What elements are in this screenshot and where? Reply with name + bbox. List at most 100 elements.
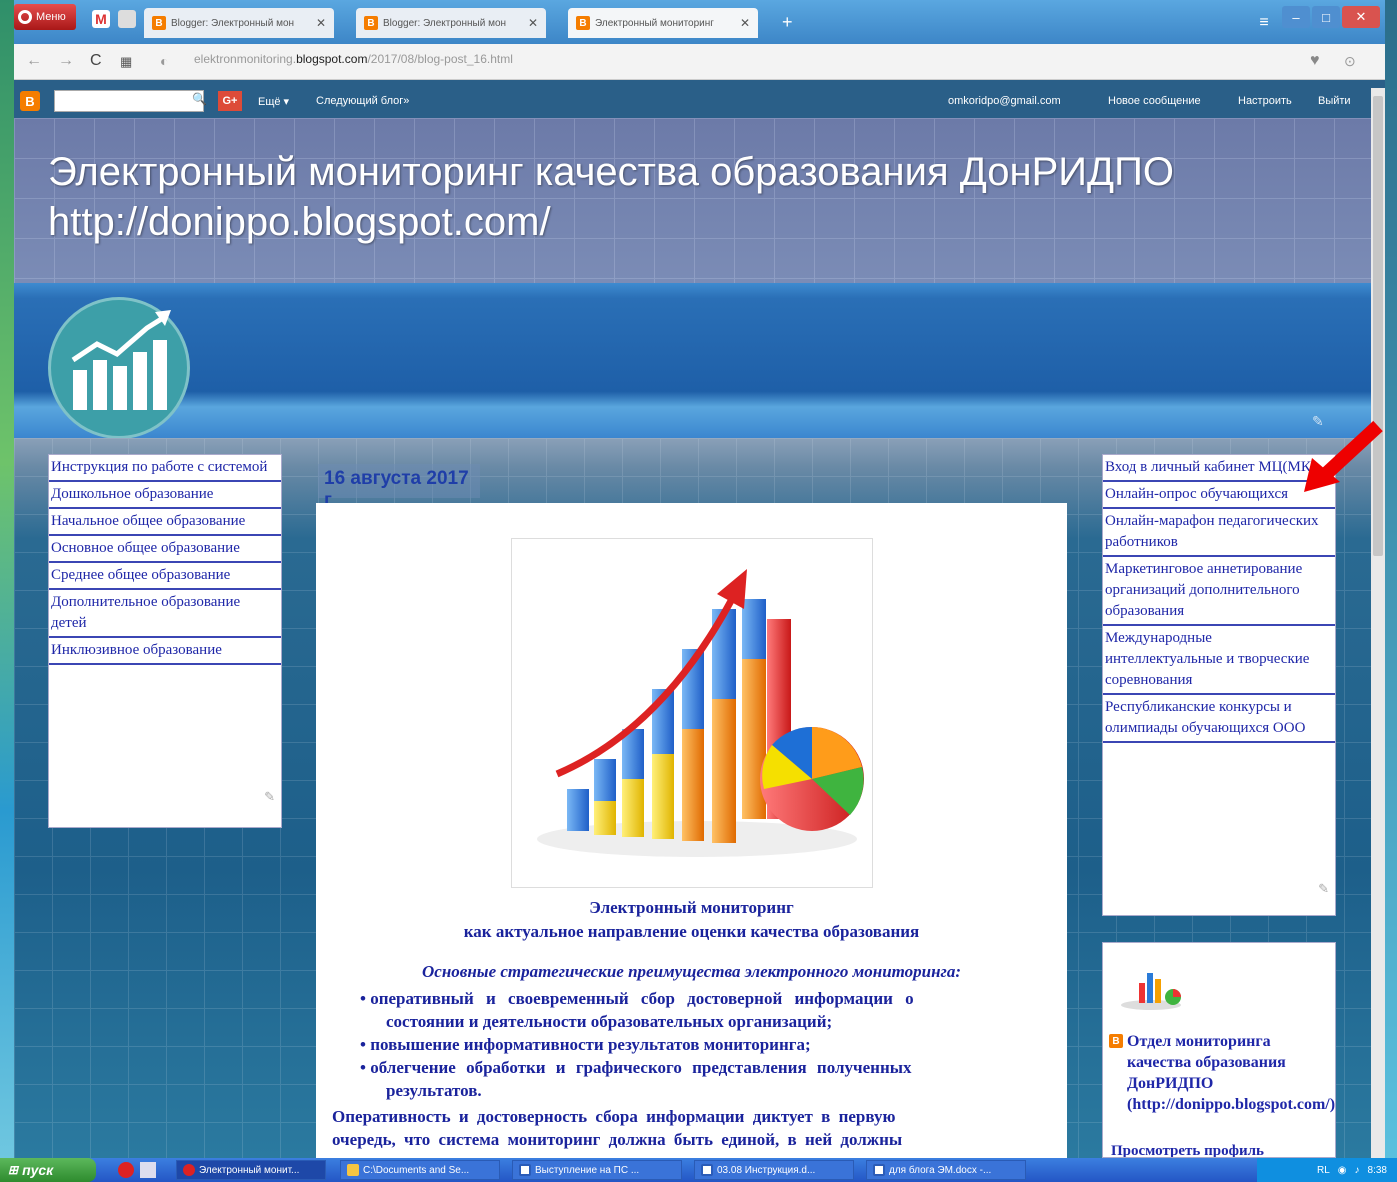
taskbar-item-label: 03.08 Инструкция.d... <box>717 1164 816 1176</box>
blogger-navbar: B 🔍 G+ Ещё ▾ Следующий блог» omkoridpo@g… <box>14 88 1385 118</box>
close-icon[interactable]: ✕ <box>740 16 750 30</box>
close-icon[interactable]: ✕ <box>316 16 326 30</box>
forward-icon[interactable]: → <box>58 52 74 70</box>
new-tab-button[interactable]: + <box>782 12 793 33</box>
system-tray: RL ◉ ♪ 8:38 <box>1257 1158 1397 1182</box>
close-window-button[interactable]: ✕ <box>1342 6 1380 28</box>
tab-bar: Меню M B Blogger: Электронный мон ✕ B Bl… <box>14 0 1385 44</box>
bullet-line: • оперативный и своевременный сбор досто… <box>360 989 914 1008</box>
sidebar-item-basic[interactable]: Основное общее образование <box>49 536 281 563</box>
word-doc-icon <box>519 1164 531 1176</box>
taskbar-item-word-1[interactable]: Выступление на ПС ... <box>512 1160 682 1180</box>
profile-name-link[interactable]: Отдел мониторинга качества образования Д… <box>1127 1031 1335 1115</box>
blog-header: Электронный мониторинг качества образова… <box>14 118 1385 283</box>
back-icon[interactable]: ← <box>26 52 42 70</box>
windows-taskbar: ⊞ пуск Электронный монит... C:\Documents… <box>0 1158 1397 1182</box>
close-icon[interactable]: ✕ <box>528 16 538 30</box>
download-icon[interactable]: ⊙ <box>1344 53 1356 70</box>
url-field[interactable]: elektronmonitoring.blogspot.com/2017/08/… <box>194 52 1294 66</box>
blogger-icon: B <box>364 16 378 30</box>
tab-menu-icon[interactable]: ≡ <box>1250 12 1278 34</box>
language-indicator[interactable]: RL <box>1317 1165 1330 1176</box>
more-menu[interactable]: Ещё ▾ <box>258 95 289 108</box>
network-icon[interactable]: ◉ <box>1338 1165 1347 1176</box>
sidebar-item-personal-cabinet[interactable]: Вход в личный кабинет МЦ(МК) <box>1103 455 1335 482</box>
tab-blogger-1[interactable]: B Blogger: Электронный мон ✕ <box>144 8 334 38</box>
taskbar-item-word-2[interactable]: 03.08 Инструкция.d... <box>694 1160 854 1180</box>
sidebar-item-primary[interactable]: Начальное общее образование <box>49 509 281 536</box>
minimize-button[interactable]: – <box>1282 6 1310 28</box>
opera-quicklaunch-icon[interactable] <box>118 1162 134 1178</box>
post-paragraph-line: Оперативность и достоверность сбора инфо… <box>332 1107 896 1126</box>
url-domain: blogspot.com <box>296 52 368 66</box>
blogger-icon: B <box>152 16 166 30</box>
volume-icon[interactable]: ♪ <box>1355 1165 1360 1176</box>
menu-label: Меню <box>36 11 66 23</box>
sidebar-item-international-contests[interactable]: Международные интеллектуальные и творчес… <box>1103 626 1335 695</box>
post-title-line2: как актуальное направление оценки качест… <box>463 922 920 941</box>
clock[interactable]: 8:38 <box>1368 1165 1387 1176</box>
next-blog-link[interactable]: Следующий блог» <box>316 95 409 107</box>
blog-search-input[interactable] <box>54 90 204 112</box>
opera-menu-button[interactable]: Меню <box>14 4 76 30</box>
bullet-text: оперативный и своевременный сбор достове… <box>370 989 914 1008</box>
sidebar-item-marketing-survey[interactable]: Маркетинговое аннетирование организаций … <box>1103 557 1335 626</box>
bookmark-heart-icon[interactable]: ♥ <box>1310 52 1320 70</box>
sidebar-item-instruction[interactable]: Инструкция по работе с системой <box>49 455 281 482</box>
sidebar-item-additional[interactable]: Дополнительное образование детей <box>49 590 281 638</box>
logout-link[interactable]: Выйти <box>1318 95 1351 107</box>
blog-url[interactable]: http://donippo.blogspot.com/ <box>48 198 551 246</box>
browser-window: Меню M B Blogger: Электронный мон ✕ B Bl… <box>14 0 1385 1158</box>
design-link[interactable]: Настроить <box>1238 95 1292 107</box>
sidebar-item-preschool[interactable]: Дошкольное образование <box>49 482 281 509</box>
url-path: /2017/08/blog-post_16.html <box>367 52 513 66</box>
bullet-line: состоянии и деятельности образовательных… <box>386 1012 833 1031</box>
taskbar-item-folder[interactable]: C:\Documents and Se... <box>340 1160 500 1180</box>
blog-logo[interactable] <box>48 297 190 439</box>
gmail-icon[interactable]: M <box>92 10 110 28</box>
taskbar-item-label: для блога ЭМ.docx -... <box>889 1164 992 1176</box>
account-email[interactable]: omkoridpo@gmail.com <box>948 95 1061 107</box>
sidebar-item-secondary[interactable]: Среднее общее образование <box>49 563 281 590</box>
taskbar-item-word-3[interactable]: для блога ЭМ.docx -... <box>866 1160 1026 1180</box>
taskbar-item-label: Выступление на ПС ... <box>535 1164 640 1176</box>
maximize-button[interactable]: □ <box>1312 6 1340 28</box>
new-post-link[interactable]: Новое сообщение <box>1108 95 1201 107</box>
speed-dial-grid-icon[interactable]: ▦ <box>120 54 132 70</box>
post-date: 16 августа 2017 г. <box>318 464 480 511</box>
desktop-wallpaper-right <box>1385 0 1397 1158</box>
post-image[interactable] <box>511 538 873 888</box>
desktop-quicklaunch-icon[interactable] <box>140 1162 156 1178</box>
tab-active-monitoring[interactable]: B Электронный мониторинг ✕ <box>568 8 758 38</box>
edit-gadget-icon[interactable]: ✎ <box>264 789 275 805</box>
tab-title: Blogger: Электронный мон <box>383 17 507 29</box>
tab-blogger-2[interactable]: B Blogger: Электронный мон ✕ <box>356 8 546 38</box>
sidebar-item-student-survey[interactable]: Онлайн-опрос обучающихся <box>1103 482 1335 509</box>
profile-chart-icon <box>1121 973 1181 1010</box>
start-button[interactable]: ⊞ пуск <box>0 1158 96 1182</box>
url-prefix: elektronmonitoring. <box>194 52 297 66</box>
opera-icon <box>183 1164 195 1176</box>
search-icon[interactable]: 🔍 <box>192 92 207 106</box>
view-profile-link[interactable]: Просмотреть профиль <box>1111 1143 1264 1157</box>
blog-banner: ✎ <box>14 283 1385 439</box>
word-doc-icon <box>701 1164 713 1176</box>
left-sidebar-menu: Инструкция по работе с системой Дошкольн… <box>48 454 282 828</box>
growth-chart-illustration-icon <box>537 569 864 857</box>
vertical-scrollbar[interactable] <box>1371 88 1385 1158</box>
blogger-logo-icon[interactable]: B <box>20 91 40 111</box>
sidebar-item-republic-olympiads[interactable]: Республиканские конкурсы и олимпиады обу… <box>1103 695 1335 743</box>
right-sidebar-menu: Вход в личный кабинет МЦ(МК) Онлайн-опро… <box>1102 454 1336 916</box>
gplus-button[interactable]: G+ <box>218 91 242 111</box>
taskbar-item-label: Электронный монит... <box>199 1164 300 1176</box>
post-title-line1: Электронный мониторинг <box>589 898 794 917</box>
reload-icon[interactable]: C <box>90 52 102 70</box>
taskbar-item-browser[interactable]: Электронный монит... <box>176 1160 326 1180</box>
windows-logo-icon: ⊞ <box>8 1163 19 1177</box>
edit-gadget-icon[interactable]: ✎ <box>1318 881 1329 897</box>
speed-dial-icon[interactable] <box>118 10 136 28</box>
sidebar-item-inclusive[interactable]: Инклюзивное образование <box>49 638 281 665</box>
site-info-icon[interactable]: ◐ <box>160 53 168 69</box>
blog-title[interactable]: Электронный мониторинг качества образова… <box>48 148 1348 196</box>
sidebar-item-teacher-marathon[interactable]: Онлайн-марафон педагогических работников <box>1103 509 1335 557</box>
